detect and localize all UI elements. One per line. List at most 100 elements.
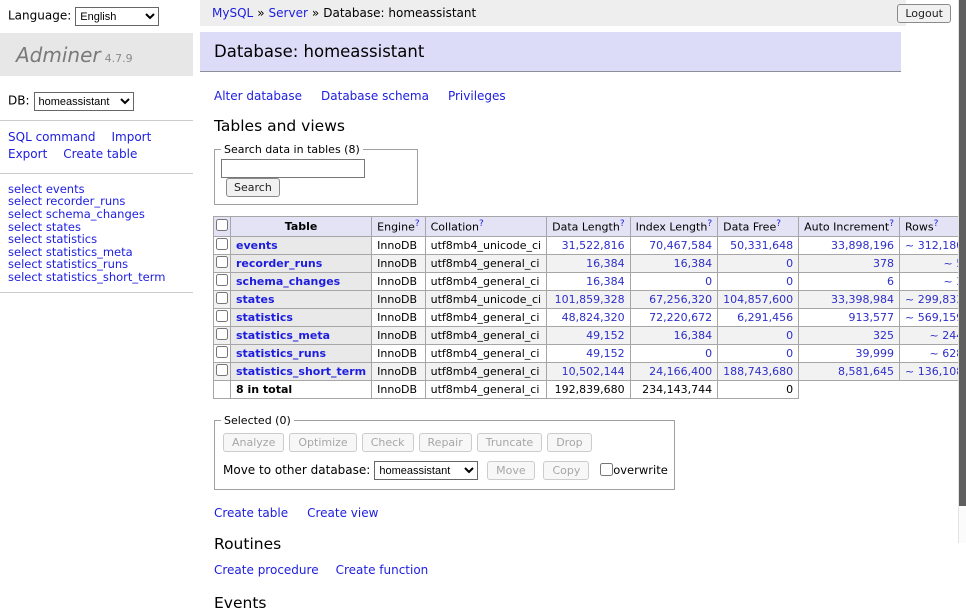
help-link[interactable]: ? bbox=[707, 219, 712, 229]
link-alter-database[interactable]: Alter database bbox=[214, 89, 302, 103]
select-all-checkbox[interactable] bbox=[216, 219, 228, 231]
row-checkbox[interactable] bbox=[216, 364, 228, 376]
language-row: Language:English bbox=[0, 0, 193, 33]
row-checkbox[interactable] bbox=[216, 292, 228, 304]
row-checkbox[interactable] bbox=[216, 238, 228, 250]
column-header-index-length: Index Length? bbox=[630, 217, 718, 237]
total-data-free-cell: 0 bbox=[718, 380, 799, 398]
row-checkbox[interactable] bbox=[216, 310, 228, 322]
breadcrumb-link-mysql[interactable]: MySQL bbox=[212, 6, 253, 20]
tables-heading: Tables and views bbox=[214, 117, 906, 135]
brand-bar: Adminer4.7.9 bbox=[0, 33, 193, 76]
table-link-statistics[interactable]: statistics bbox=[236, 311, 293, 324]
sidebar-action-row: SQL command Import bbox=[8, 129, 185, 146]
repair-button[interactable]: Repair bbox=[419, 433, 472, 452]
page-scrollbar[interactable] bbox=[958, 0, 966, 543]
db-select[interactable]: homeassistant bbox=[34, 92, 134, 111]
engine-cell: InnoDB bbox=[372, 308, 425, 326]
breadcrumb: MySQL » Server » Database: homeassistant bbox=[200, 0, 906, 26]
logout-button[interactable]: Logout bbox=[897, 4, 951, 23]
link-create-procedure[interactable]: Create procedure bbox=[214, 563, 319, 577]
row-checkbox[interactable] bbox=[216, 346, 228, 358]
help-link[interactable]: ? bbox=[415, 219, 420, 229]
page-title: Database: homeassistant bbox=[200, 32, 901, 72]
sidebar-link-create-table[interactable]: Create table bbox=[63, 147, 137, 161]
collation-cell: utf8mb4_general_ci bbox=[425, 308, 546, 326]
row-checkbox[interactable] bbox=[216, 328, 228, 340]
truncate-button[interactable]: Truncate bbox=[477, 433, 542, 452]
search-legend: Search data in tables (8) bbox=[221, 143, 363, 156]
breadcrumb-link-server[interactable]: Server bbox=[269, 6, 308, 20]
engine-cell: InnoDB bbox=[372, 344, 425, 362]
engine-cell: InnoDB bbox=[372, 236, 425, 254]
help-link[interactable]: ? bbox=[776, 219, 781, 229]
help-link[interactable]: ? bbox=[620, 219, 625, 229]
selected-fieldset: Selected (0) Analyze Optimize Check Repair T… bbox=[214, 414, 675, 491]
copy-button[interactable]: Copy bbox=[543, 461, 589, 480]
table-row: eventsInnoDButf8mb4_unicode_ci31,522,816… bbox=[214, 236, 966, 254]
table-link-statistics_runs[interactable]: statistics_runs bbox=[236, 347, 326, 360]
move-button[interactable]: Move bbox=[487, 461, 535, 480]
selected-legend: Selected (0) bbox=[221, 414, 294, 427]
data-length-cell: 10,502,144 bbox=[547, 362, 630, 380]
breadcrumb-separator: » bbox=[257, 6, 264, 20]
select-all-cell bbox=[214, 217, 231, 237]
db-select-row: DB:homeassistant bbox=[0, 76, 193, 120]
overwrite-label: overwrite bbox=[600, 463, 668, 477]
table-link-recorder_runs[interactable]: recorder_runs bbox=[236, 257, 322, 270]
table-row: recorder_runsInnoDButf8mb4_general_ci16,… bbox=[214, 254, 966, 272]
link-create-function[interactable]: Create function bbox=[336, 563, 429, 577]
search-input[interactable] bbox=[221, 159, 365, 178]
sidebar-actions: SQL command Import Export Create table bbox=[0, 121, 193, 173]
search-button[interactable]: Search bbox=[226, 178, 280, 197]
sidebar-link-sql-command[interactable]: SQL command bbox=[8, 130, 95, 144]
rows-cell: ~ 3 bbox=[900, 272, 966, 290]
sidebar-link-export[interactable]: Export bbox=[8, 147, 47, 161]
scrollbar-thumb[interactable] bbox=[959, 0, 966, 506]
optimize-button[interactable]: Optimize bbox=[289, 433, 356, 452]
row-checkbox-cell bbox=[214, 272, 231, 290]
data-free-cell: 0 bbox=[718, 344, 799, 362]
table-link-statistics_short_term[interactable]: statistics_short_term bbox=[236, 365, 366, 378]
help-link[interactable]: ? bbox=[889, 219, 894, 229]
drop-button[interactable]: Drop bbox=[547, 433, 591, 452]
language-select[interactable]: English bbox=[75, 7, 159, 26]
data-free-cell: 104,857,600 bbox=[718, 290, 799, 308]
collation-cell: utf8mb4_general_ci bbox=[425, 362, 546, 380]
table-header-row: TableEngine?Collation?Data Length?Index … bbox=[214, 217, 966, 237]
row-checkbox[interactable] bbox=[216, 256, 228, 268]
help-link[interactable]: ? bbox=[934, 219, 939, 229]
sidebar-item-statistics[interactable]: select statistics bbox=[8, 233, 185, 246]
breadcrumb-separator: » bbox=[312, 6, 319, 20]
table-link-statistics_meta[interactable]: statistics_meta bbox=[236, 329, 330, 342]
rows-cell: ~ 628 bbox=[900, 344, 966, 362]
breadcrumb-current: Database: homeassistant bbox=[323, 6, 476, 20]
help-link[interactable]: ? bbox=[479, 219, 484, 229]
sidebar-item-schema_changes[interactable]: select schema_changes bbox=[8, 208, 185, 221]
total-collation-cell: utf8mb4_general_ci bbox=[425, 380, 546, 398]
engine-cell: InnoDB bbox=[372, 362, 425, 380]
link-create-view[interactable]: Create view bbox=[307, 506, 378, 520]
link-database-schema[interactable]: Database schema bbox=[321, 89, 429, 103]
sidebar-link-import[interactable]: Import bbox=[111, 130, 151, 144]
analyze-button[interactable]: Analyze bbox=[223, 433, 284, 452]
sidebar-item-statistics_short_term[interactable]: select statistics_short_term bbox=[8, 271, 185, 284]
link-privileges[interactable]: Privileges bbox=[448, 89, 506, 103]
routines-heading: Routines bbox=[214, 535, 906, 553]
routine-links: Create procedure Create function bbox=[214, 563, 906, 577]
engine-cell: InnoDB bbox=[372, 272, 425, 290]
data-length-cell: 16,384 bbox=[547, 272, 630, 290]
row-checkbox-cell bbox=[214, 236, 231, 254]
check-button[interactable]: Check bbox=[362, 433, 414, 452]
row-checkbox[interactable] bbox=[216, 274, 228, 286]
row-checkbox-cell bbox=[214, 290, 231, 308]
table-link-schema_changes[interactable]: schema_changes bbox=[236, 275, 340, 288]
move-row: Move to other database:homeassistant Mov… bbox=[221, 456, 668, 483]
move-db-select[interactable]: homeassistant bbox=[374, 461, 478, 480]
overwrite-checkbox[interactable] bbox=[600, 463, 613, 476]
column-header-data-length: Data Length? bbox=[547, 217, 630, 237]
table-link-events[interactable]: events bbox=[236, 239, 278, 252]
link-create-table[interactable]: Create table bbox=[214, 506, 288, 520]
table-link-states[interactable]: states bbox=[236, 293, 275, 306]
column-header-data-free: Data Free? bbox=[718, 217, 799, 237]
